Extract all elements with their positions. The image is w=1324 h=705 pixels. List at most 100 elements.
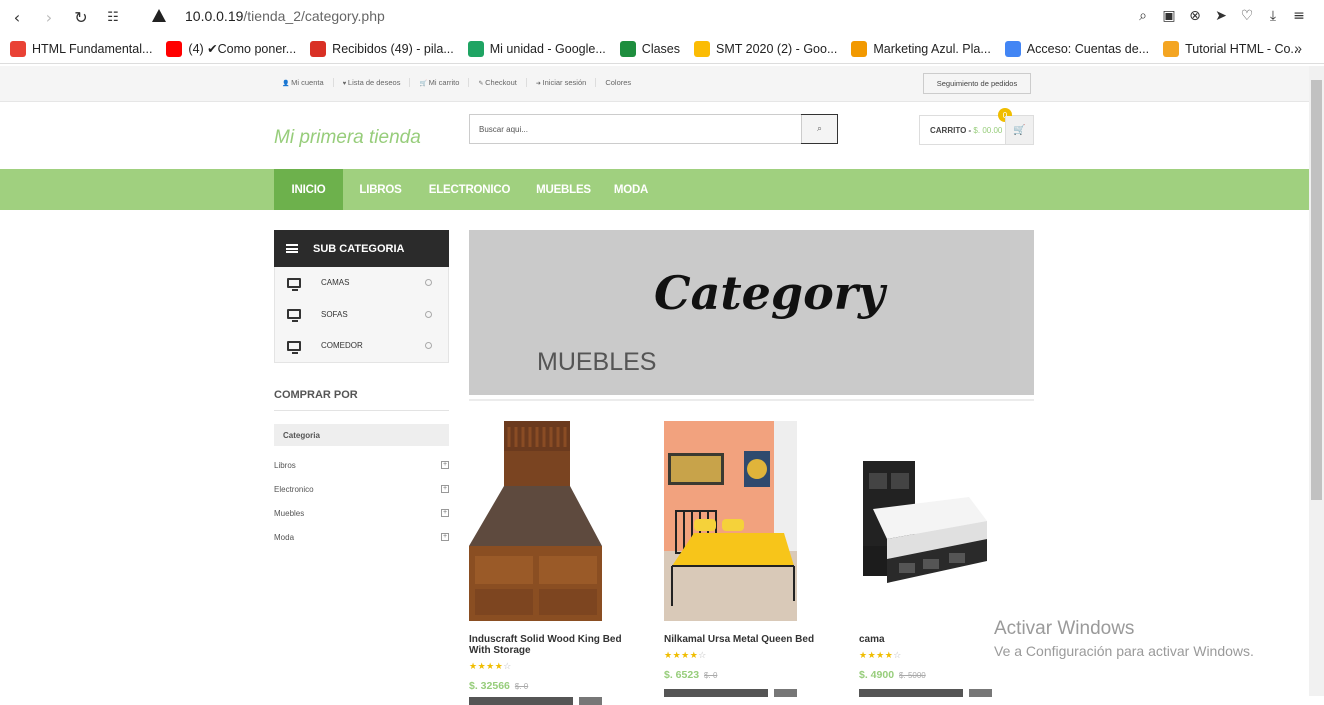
add-to-cart-button[interactable]: [469, 697, 573, 705]
subcategory-label: SOFAS: [321, 309, 348, 319]
nav-item-moda[interactable]: MODA: [606, 169, 656, 210]
bookmark-favicon-icon: [1004, 40, 1021, 57]
circle-icon: [425, 310, 432, 318]
subcategory-item-camas[interactable]: CAMAS: [275, 267, 448, 299]
bookmark-favicon-icon: [166, 40, 183, 57]
address-bar[interactable]: 10.0.0.19/tienda_2/category.php: [185, 8, 385, 24]
forward-icon[interactable]: ›: [38, 6, 60, 28]
top-link[interactable]: 🛒 Mi carrito: [409, 78, 468, 87]
category-filter-header: Categoria: [274, 424, 449, 446]
nav-item-libros[interactable]: LIBROS: [343, 169, 418, 210]
download-icon[interactable]: ⤓: [1264, 6, 1282, 26]
login-icon: ➜: [535, 81, 543, 87]
product-price: $. 6523 $. 0: [664, 669, 718, 681]
bookmark-label: Marketing Azul. Pla...: [873, 41, 991, 56]
cart-icon: 🛒: [419, 81, 429, 87]
top-link[interactable]: ✎ Checkout: [468, 78, 525, 87]
heart-icon[interactable]: ♡: [1238, 6, 1256, 26]
track-orders-button[interactable]: Seguimiento de pedidos: [923, 73, 1031, 94]
bookmarks-more-icon[interactable]: »: [1294, 40, 1302, 56]
product-title[interactable]: Induscraft Solid Wood King Bed With Stor…: [469, 634, 629, 656]
reload-icon[interactable]: ↻: [70, 6, 92, 28]
bookmark-favicon-icon: [619, 40, 636, 57]
category-filter-item[interactable]: Libros +: [274, 461, 449, 473]
bookmark-item[interactable]: Clases: [619, 40, 681, 57]
product-actions: [469, 697, 604, 705]
subcategory-label: COMEDOR: [321, 341, 363, 351]
send-icon[interactable]: ➤: [1212, 6, 1230, 26]
page-scrollbar[interactable]: [1309, 66, 1324, 696]
cart-icon[interactable]: 🛒: [1005, 116, 1033, 144]
windows-activation-title: Activar Windows: [994, 618, 1135, 639]
back-icon[interactable]: ‹: [6, 6, 28, 28]
search-button[interactable]: ⌕: [801, 114, 838, 144]
top-link-label: Mi carrito: [428, 78, 460, 87]
block-icon[interactable]: ⊗: [1186, 6, 1204, 26]
top-link[interactable]: 👤 Mi cuenta: [274, 78, 333, 87]
top-link[interactable]: Colores: [595, 78, 640, 87]
scrollbar-thumb[interactable]: [1311, 80, 1322, 500]
bookmark-label: Mi unidad - Google...: [489, 41, 606, 56]
search-icon[interactable]: ⌕: [1134, 6, 1152, 26]
monitor-icon: [287, 277, 301, 291]
bookmark-favicon-icon: [1163, 40, 1180, 57]
bookmark-item[interactable]: HTML Fundamental...: [10, 40, 152, 57]
divider: [469, 399, 1034, 401]
search-input[interactable]: [470, 115, 803, 143]
bookmark-label: Clases: [641, 41, 681, 56]
wishlist-button[interactable]: [579, 697, 602, 705]
bookmark-favicon-icon: [467, 40, 484, 57]
circle-icon: [425, 279, 432, 287]
top-link-label: Mi cuenta: [291, 78, 324, 87]
bookmark-item[interactable]: (4) ✔Como poner...: [166, 40, 296, 57]
cart-widget[interactable]: CARRITO - $. 00.00 0 🛒: [919, 108, 1034, 145]
top-link-label: Lista de deseos: [347, 78, 401, 87]
product-title[interactable]: Nilkamal Ursa Metal Queen Bed: [664, 634, 824, 645]
camera-icon[interactable]: ▣: [1160, 6, 1178, 26]
bookmark-item[interactable]: SMT 2020 (2) - Goo...: [694, 40, 837, 57]
expand-plus-icon[interactable]: +: [441, 533, 449, 541]
nav-item-inicio[interactable]: INICIO: [274, 169, 343, 210]
product-image-wood-bed[interactable]: [469, 421, 602, 621]
product-image-storage-bed[interactable]: [859, 421, 992, 621]
category-banner: Category MUEBLES: [469, 230, 1034, 395]
menu-bars-icon: [286, 244, 298, 253]
subcategory-label: CAMAS: [321, 278, 350, 288]
monitor-icon: [287, 340, 301, 354]
bookmark-item[interactable]: Recibidos (49) - pila...: [310, 40, 454, 57]
subcategory-list: CAMAS SOFAS COMEDOR: [274, 267, 449, 363]
browser-toolbar: ‹ › ↻ ☷ 10.0.0.19/tienda_2/category.php …: [0, 0, 1324, 34]
bookmark-item[interactable]: Acceso: Cuentas de...: [1004, 40, 1149, 57]
menu-icon[interactable]: ≡: [1290, 6, 1308, 26]
category-filter-item[interactable]: Moda +: [274, 533, 449, 545]
subcategory-item-sofas[interactable]: SOFAS: [275, 299, 448, 331]
cart-label: CARRITO - $. 00.00: [930, 126, 1003, 135]
store-logo[interactable]: Mi primera tienda: [274, 127, 421, 149]
category-filter-label: Moda: [274, 533, 295, 542]
top-link[interactable]: ➜ Iniciar sesión: [525, 78, 595, 87]
bookmark-favicon-icon: [310, 40, 327, 57]
bookmark-favicon-icon: [694, 40, 711, 57]
nav-item-muebles[interactable]: MUEBLES: [521, 169, 606, 210]
tabs-grid-icon[interactable]: ☷: [102, 6, 124, 28]
category-filter-item[interactable]: Muebles +: [274, 509, 449, 521]
bookmark-item[interactable]: Mi unidad - Google...: [467, 40, 606, 57]
product-image-metal-bed[interactable]: [664, 421, 797, 621]
search-box: ⌕: [469, 114, 838, 144]
bookmarks-bar: HTML Fundamental... (4) ✔Como poner... Rec…: [0, 34, 1324, 64]
nav-item-electronico[interactable]: ELECTRONICO: [418, 169, 521, 210]
product-old-price: $. 5000: [899, 671, 926, 680]
top-link[interactable]: ♥ Lista de deseos: [332, 78, 410, 87]
not-secure-warning-icon[interactable]: [152, 9, 166, 22]
bookmark-favicon-icon: [10, 40, 26, 57]
category-filter-label: Electronico: [274, 485, 314, 494]
expand-plus-icon[interactable]: +: [441, 485, 449, 493]
subcategory-item-comedor[interactable]: COMEDOR: [275, 330, 448, 362]
bookmark-item[interactable]: Marketing Azul. Pla...: [851, 40, 991, 57]
expand-plus-icon[interactable]: +: [441, 509, 449, 517]
browser-actions: ⌕ ▣ ⊗ ➤ ♡ ⤓ ≡: [1134, 6, 1308, 26]
category-filter-item[interactable]: Electronico +: [274, 485, 449, 497]
monitor-icon: [287, 309, 301, 323]
bookmark-item[interactable]: Tutorial HTML - Co...: [1163, 40, 1301, 57]
expand-plus-icon[interactable]: +: [441, 461, 449, 469]
